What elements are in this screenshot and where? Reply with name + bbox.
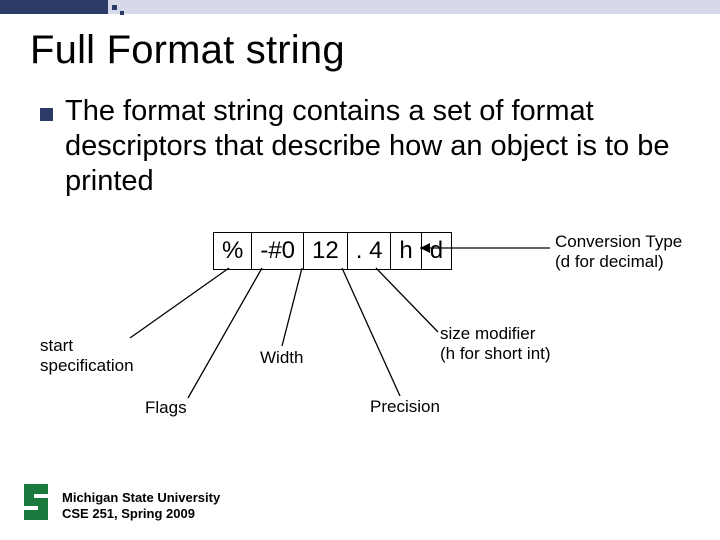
cell-percent: % [214,233,252,270]
label-size-modifier: size modifier(h for short int) [440,324,610,365]
msu-logo-icon [18,482,54,522]
top-accent-bar [0,0,720,14]
cell-conversion: d [421,233,451,270]
slide-title: Full Format string [30,28,345,73]
cell-size: h [391,233,421,270]
label-precision: Precision [370,397,440,417]
cell-flags: -#0 [252,233,304,270]
footer-line-1: Michigan State University [62,490,220,505]
label-start-specification: start specification [40,336,160,377]
footer-text: Michigan State University CSE 251, Sprin… [62,490,220,523]
label-flags: Flags [145,398,187,418]
cell-width: 12 [304,233,348,270]
footer-line-2: CSE 251, Spring 2009 [62,506,195,521]
label-conversion-type: Conversion Type(d for decimal) [555,232,715,273]
label-width: Width [260,348,303,368]
cell-precision: . 4 [347,233,391,270]
format-string-table: % -#0 12 . 4 h d [213,232,452,270]
bullet-icon [40,108,53,121]
slide-body-text: The format string contains a set of form… [65,94,685,198]
